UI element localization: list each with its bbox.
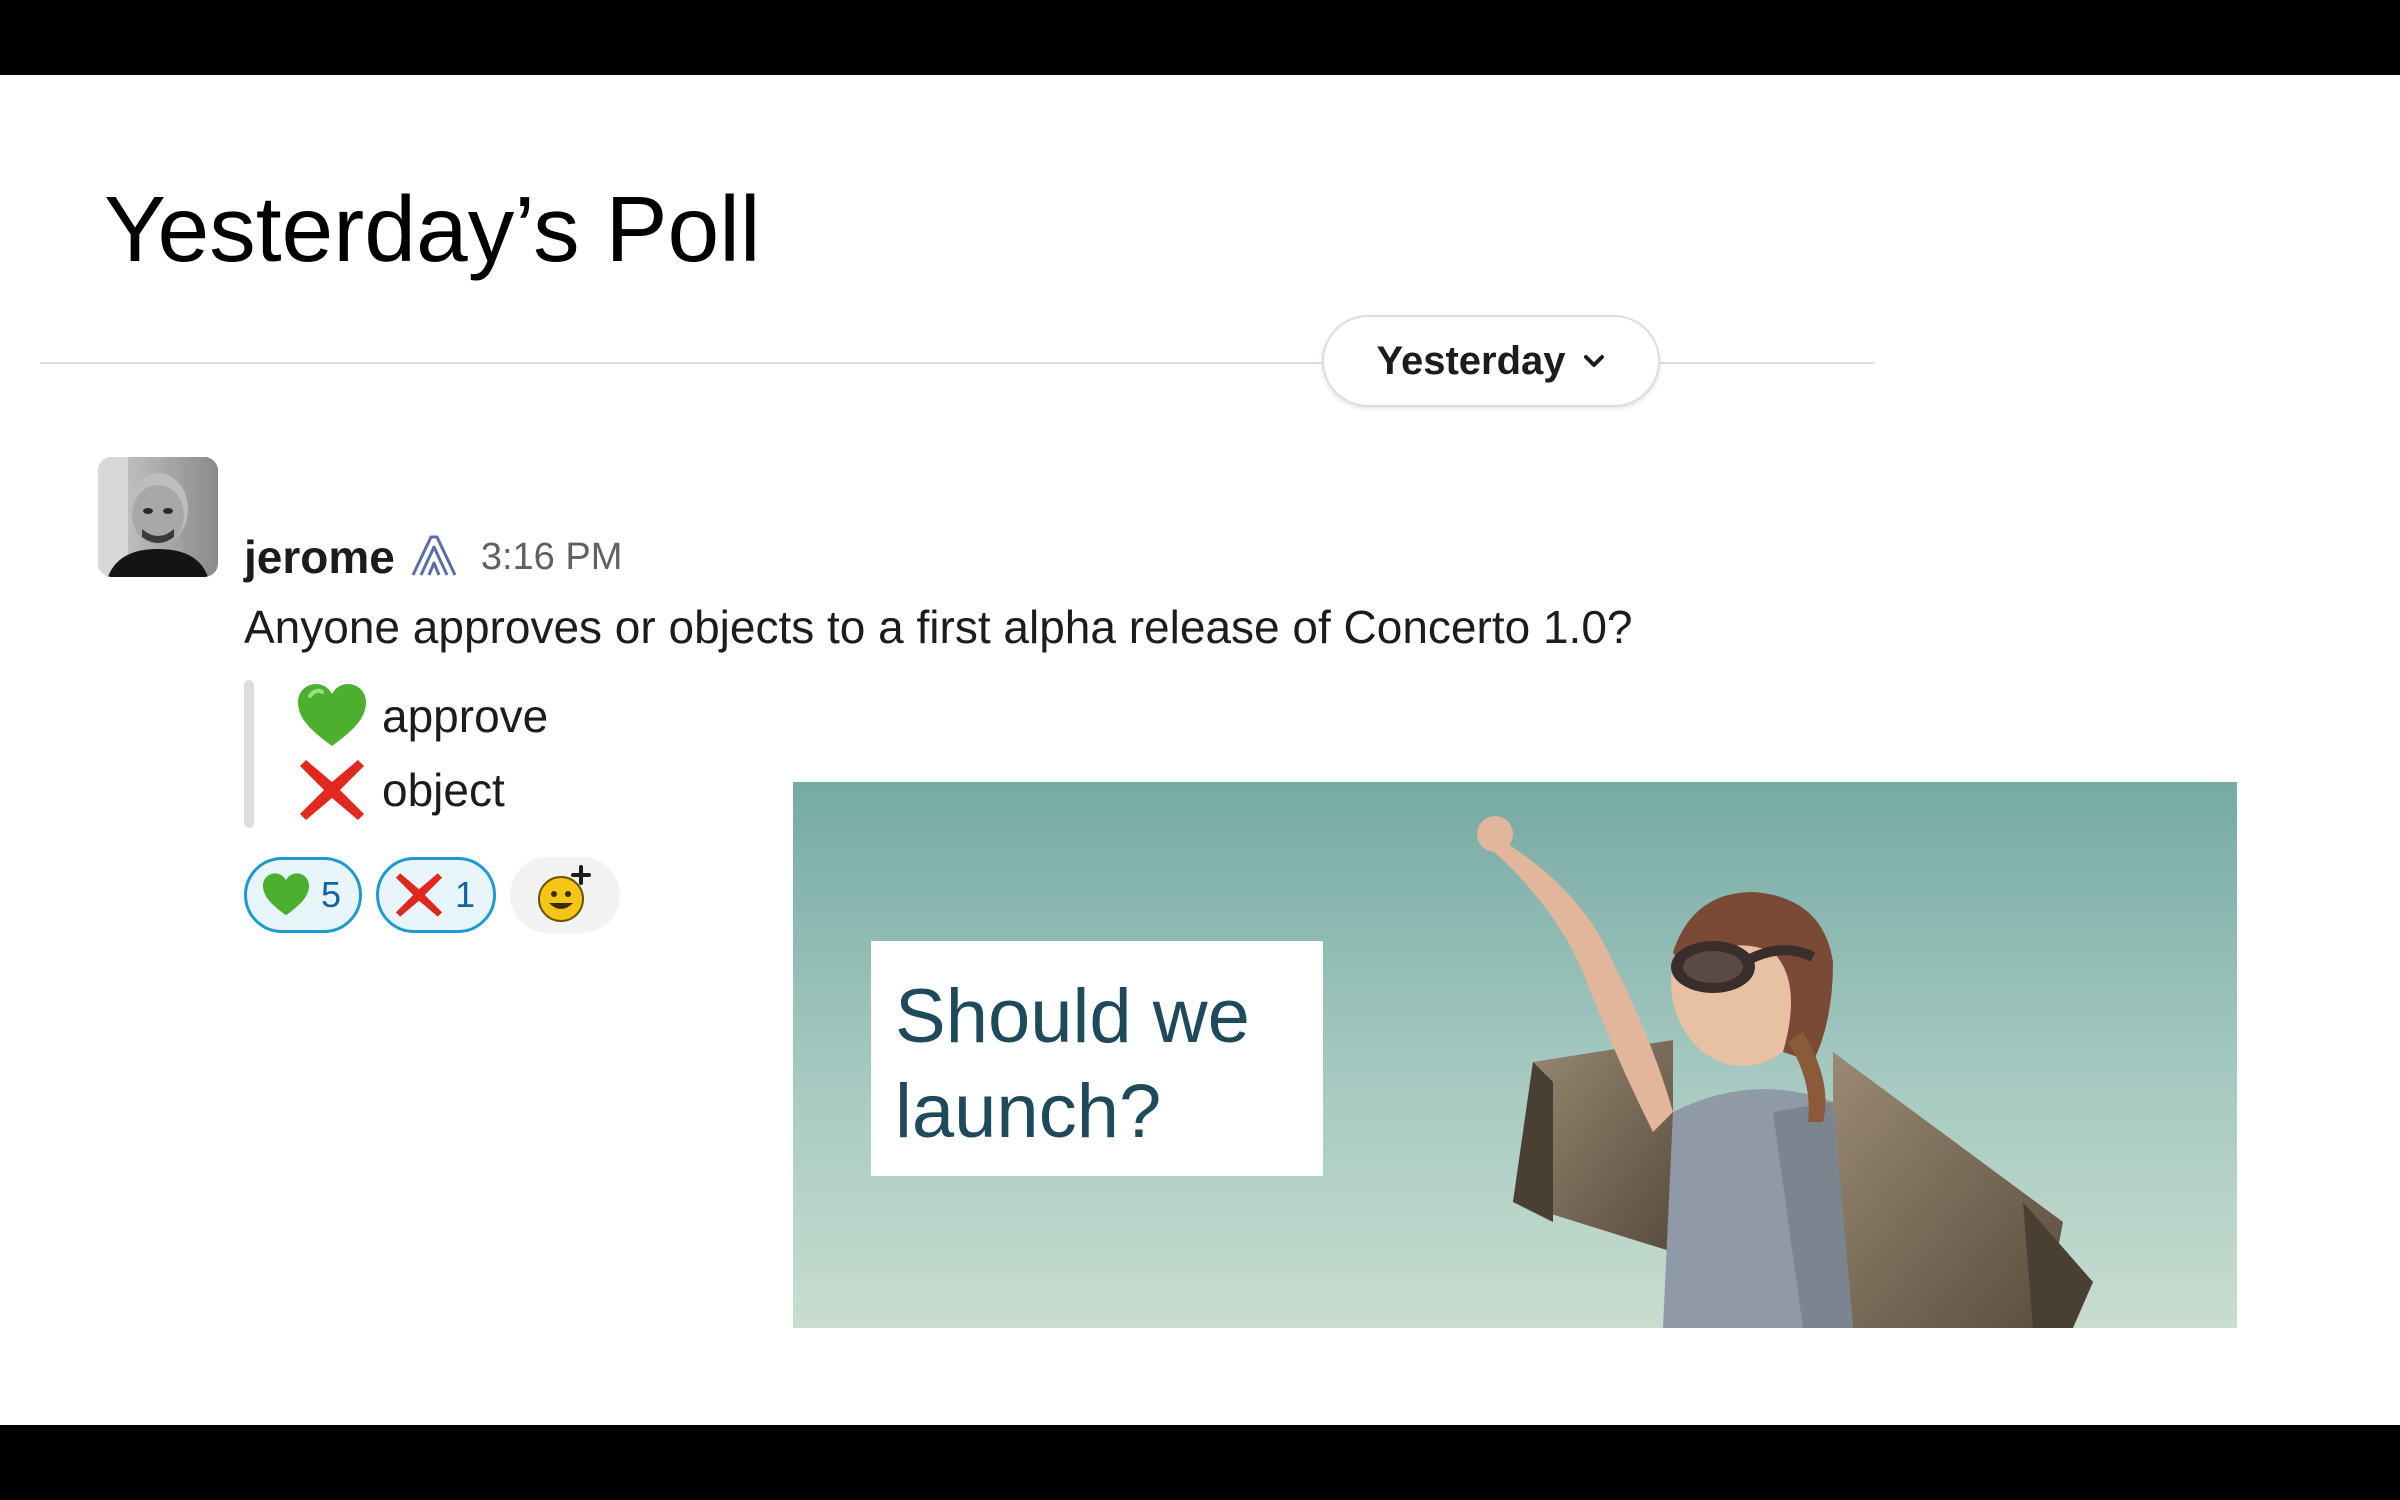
message-header: jerome 3:16 PM	[244, 527, 622, 587]
cross-mark-icon	[395, 873, 443, 917]
reaction-count: 1	[455, 874, 476, 915]
poll-option-approve: approve	[296, 680, 548, 752]
add-emoji-icon	[538, 865, 592, 922]
reaction-cross-mark[interactable]: 1	[376, 857, 497, 933]
a-logo-badge-icon	[409, 531, 459, 584]
author-name[interactable]: jerome	[244, 530, 395, 584]
attached-image[interactable]: Should we launch?	[793, 782, 2237, 1328]
date-divider-label: Yesterday	[1376, 338, 1566, 383]
image-caption: Should we launch?	[895, 974, 1250, 1154]
chevron-down-icon	[1583, 355, 1604, 367]
reaction-green-heart[interactable]: 5	[244, 857, 363, 933]
avatar[interactable]	[98, 457, 218, 577]
slide: Yesterday’s Poll Yesterday jerome 3:16 P…	[0, 75, 2400, 1425]
message-timestamp[interactable]: 3:16 PM	[481, 536, 623, 579]
message-text: Anyone approves or objects to a first al…	[244, 601, 1633, 653]
reactions-bar: 5 1	[244, 855, 621, 935]
green-heart-icon	[263, 873, 309, 916]
green-heart-icon	[298, 684, 366, 746]
poll-option-label: approve	[382, 690, 549, 742]
cross-mark-icon	[300, 760, 364, 820]
quote-bar	[244, 680, 254, 828]
reaction-count: 5	[321, 874, 342, 915]
slide-title: Yesterday’s Poll	[104, 177, 761, 281]
poll-option-object: object	[296, 754, 505, 826]
add-reaction-button[interactable]	[510, 857, 621, 933]
caption-box: Should we launch?	[871, 941, 1323, 1176]
date-divider-button[interactable]: Yesterday	[1322, 315, 1660, 407]
poll-option-label: object	[382, 764, 505, 816]
